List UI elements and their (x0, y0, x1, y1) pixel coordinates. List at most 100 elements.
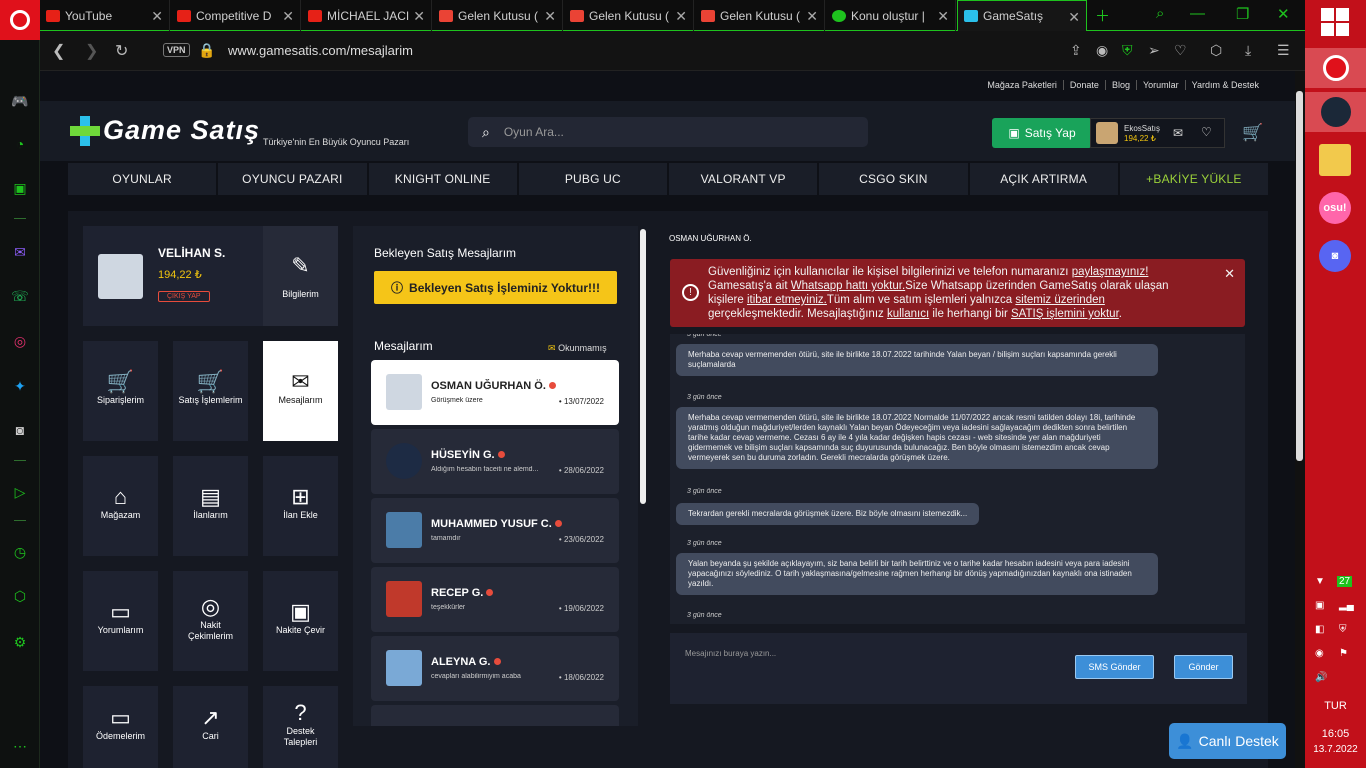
history-icon[interactable]: ◷ (10, 542, 30, 562)
opera-logo-icon[interactable] (0, 0, 40, 40)
cat-pubg-uc[interactable]: PUBG UC (518, 163, 667, 195)
search-tabs-icon[interactable]: ⌕ (1156, 5, 1164, 22)
twitter-icon[interactable]: ✦ (10, 376, 30, 396)
steam-taskbar-icon[interactable] (1305, 92, 1366, 132)
tile-store[interactable]: ⌂ Mağazam (83, 456, 158, 556)
discord-icon[interactable]: ◙ (10, 420, 30, 440)
message-composer[interactable]: Mesajınızı buraya yazın... SMS Gönder Gö… (670, 633, 1247, 704)
box-icon[interactable]: ⬡ (1210, 42, 1222, 59)
close-icon[interactable]: ✕ (806, 8, 818, 25)
volume-icon[interactable]: 🔊 (1315, 672, 1327, 683)
download-icon[interactable]: ⤓ (1245, 42, 1251, 59)
player-icon[interactable]: ▷ (10, 482, 30, 502)
close-icon[interactable]: ✕ (675, 8, 687, 25)
mail-icon[interactable]: ✉ (1173, 126, 1183, 140)
gamepad-icon[interactable]: 🎮 (10, 91, 30, 111)
tile-reviews[interactable]: ▭ Yorumlarım (83, 571, 158, 671)
cart-icon[interactable]: 🛒 (1242, 123, 1263, 143)
more-icon[interactable]: ⋯ (10, 736, 30, 756)
discord-icon[interactable]: ◙ (1319, 240, 1351, 272)
tile-sales[interactable]: 🛒 Satış İşlemlerim (173, 341, 248, 441)
nvidia-icon[interactable]: ◧ (1315, 624, 1324, 635)
share-icon[interactable]: ⇪ (1070, 42, 1082, 59)
cube-icon[interactable]: ⬡ (10, 586, 30, 606)
cat-player-market[interactable]: OYUNCU PAZARI (218, 163, 367, 195)
lock-icon[interactable]: 🔒 (198, 42, 215, 59)
cat-add-balance[interactable]: +BAKİYE YÜKLE (1119, 163, 1268, 195)
close-icon[interactable]: ✕ (544, 8, 556, 25)
opera-taskbar-icon[interactable] (1305, 48, 1366, 88)
new-tab-icon[interactable]: ＋ (1095, 5, 1110, 26)
close-icon[interactable]: ✕ (937, 8, 949, 25)
site-logo[interactable]: Game Satış (70, 115, 260, 146)
tab-competitive[interactable]: Competitive D ✕ (171, 0, 301, 31)
tile-support[interactable]: ? Destek Talepleri (263, 686, 338, 768)
close-icon[interactable]: ✕ (1068, 9, 1080, 26)
shield-icon[interactable]: ⛨ (1122, 42, 1133, 59)
search-input[interactable]: ⌕ Oyun Ara... (468, 117, 868, 147)
camera-icon[interactable]: ◉ (1096, 42, 1108, 59)
speedometer-icon[interactable]: ◔ (10, 134, 30, 154)
clock-time[interactable]: 16:05 (1305, 728, 1366, 740)
notification-badge[interactable]: 27 (1337, 576, 1353, 587)
conversation-item[interactable]: MUHAMMED YUSUF C. tamamdır • 23/06/2022 (371, 498, 619, 563)
tile-account[interactable]: ↗ Cari (173, 686, 248, 768)
conversation-item[interactable]: RECEP G. teşekkürler • 19/06/2022 (371, 567, 619, 632)
update-icon[interactable]: ⚑ (1339, 648, 1348, 659)
close-window-icon[interactable]: ✕ (1277, 5, 1290, 23)
link-store-packages[interactable]: Mağaza Paketleri (981, 80, 1063, 90)
link-help[interactable]: Yardım & Destek (1184, 80, 1265, 90)
tab-gmail-3[interactable]: Gelen Kutusu ( ✕ (695, 0, 825, 31)
tab-gamesatis[interactable]: GameSatış ✕ (957, 0, 1087, 31)
tab-gmail-2[interactable]: Gelen Kutusu ( ✕ (564, 0, 694, 31)
easy-setup-icon[interactable]: ☰ (1277, 42, 1290, 59)
heart-icon[interactable]: ♡ (1174, 42, 1187, 59)
tab-gmail-1[interactable]: Gelen Kutusu ( ✕ (433, 0, 563, 31)
forward-icon[interactable]: ❯ (85, 41, 98, 61)
clock-date[interactable]: 13.7.2022 (1305, 744, 1366, 755)
monitor-icon[interactable]: ▣ (1315, 600, 1324, 611)
heart-icon[interactable]: ♡ (1201, 125, 1212, 139)
tab-michael[interactable]: MİCHAEL JACI ✕ (302, 0, 432, 31)
conversation-item[interactable]: HÜSEYİN G. Aldığım hesabın faceiti ne al… (371, 429, 619, 494)
user-box[interactable]: EkosSatış 194,22 ₺ ✉ ♡ (1090, 118, 1225, 148)
language-indicator[interactable]: TUR (1305, 700, 1366, 712)
send-button[interactable]: Gönder (1174, 655, 1233, 679)
steam-tray-icon[interactable]: ◉ (1315, 648, 1324, 659)
tab-youtube[interactable]: YouTube ✕ (40, 0, 170, 31)
close-icon[interactable]: ✕ (1224, 267, 1235, 281)
url-field[interactable]: www.gamesatis.com/mesajlarim (228, 43, 413, 58)
folder-icon[interactable] (1319, 144, 1351, 176)
send-icon[interactable]: ➢ (1148, 42, 1160, 59)
tile-messages[interactable]: ✉ Mesajlarım (263, 341, 338, 441)
cat-csgo-skin[interactable]: CSGO SKIN (819, 163, 968, 195)
conversation-item[interactable]: ALEYNA G. cevapları alabilirmiyim acaba … (371, 636, 619, 701)
minimize-icon[interactable]: — (1190, 5, 1205, 22)
tile-payments[interactable]: ▭ Ödemelerim (83, 686, 158, 768)
my-info-button[interactable]: ✎ Bilgilerim (263, 226, 338, 326)
close-icon[interactable]: ✕ (151, 8, 163, 25)
vpn-badge[interactable]: VPN (163, 43, 190, 57)
shop-icon[interactable]: ▣ (10, 178, 30, 198)
cat-valorant-vp[interactable]: VALORANT VP (669, 163, 818, 195)
instagram-icon[interactable]: ◎ (10, 331, 30, 351)
sell-button[interactable]: ▣ Satış Yap (992, 118, 1092, 148)
messenger-icon[interactable]: ✉ (10, 242, 30, 262)
settings-icon[interactable]: ⚙ (10, 632, 30, 652)
restore-icon[interactable]: ❐ (1236, 5, 1249, 23)
tile-orders[interactable]: 🛒 Siparişlerim (83, 341, 158, 441)
close-icon[interactable]: ✕ (413, 8, 425, 25)
tab-konu[interactable]: Konu oluştur | ✕ (826, 0, 956, 31)
close-icon[interactable]: ✕ (282, 8, 294, 25)
cat-games[interactable]: OYUNLAR (68, 163, 217, 195)
page-scrollbar-thumb[interactable] (1296, 91, 1303, 461)
unread-filter[interactable]: ✉ Okunmamış (548, 343, 607, 354)
cat-knight-online[interactable]: KNIGHT ONLINE (368, 163, 517, 195)
osu-icon[interactable]: osu! (1319, 192, 1351, 224)
security-icon[interactable]: ⛨ (1339, 624, 1347, 635)
conversation-item[interactable] (371, 705, 619, 726)
link-donate[interactable]: Donate (1062, 80, 1105, 90)
reload-icon[interactable]: ↻ (115, 41, 128, 61)
conversation-item[interactable]: OSMAN UĞURHAN Ö. Görüşmek üzere • 13/07/… (371, 360, 619, 425)
tile-withdrawals[interactable]: ◎ Nakit Çekimlerim (173, 571, 248, 671)
